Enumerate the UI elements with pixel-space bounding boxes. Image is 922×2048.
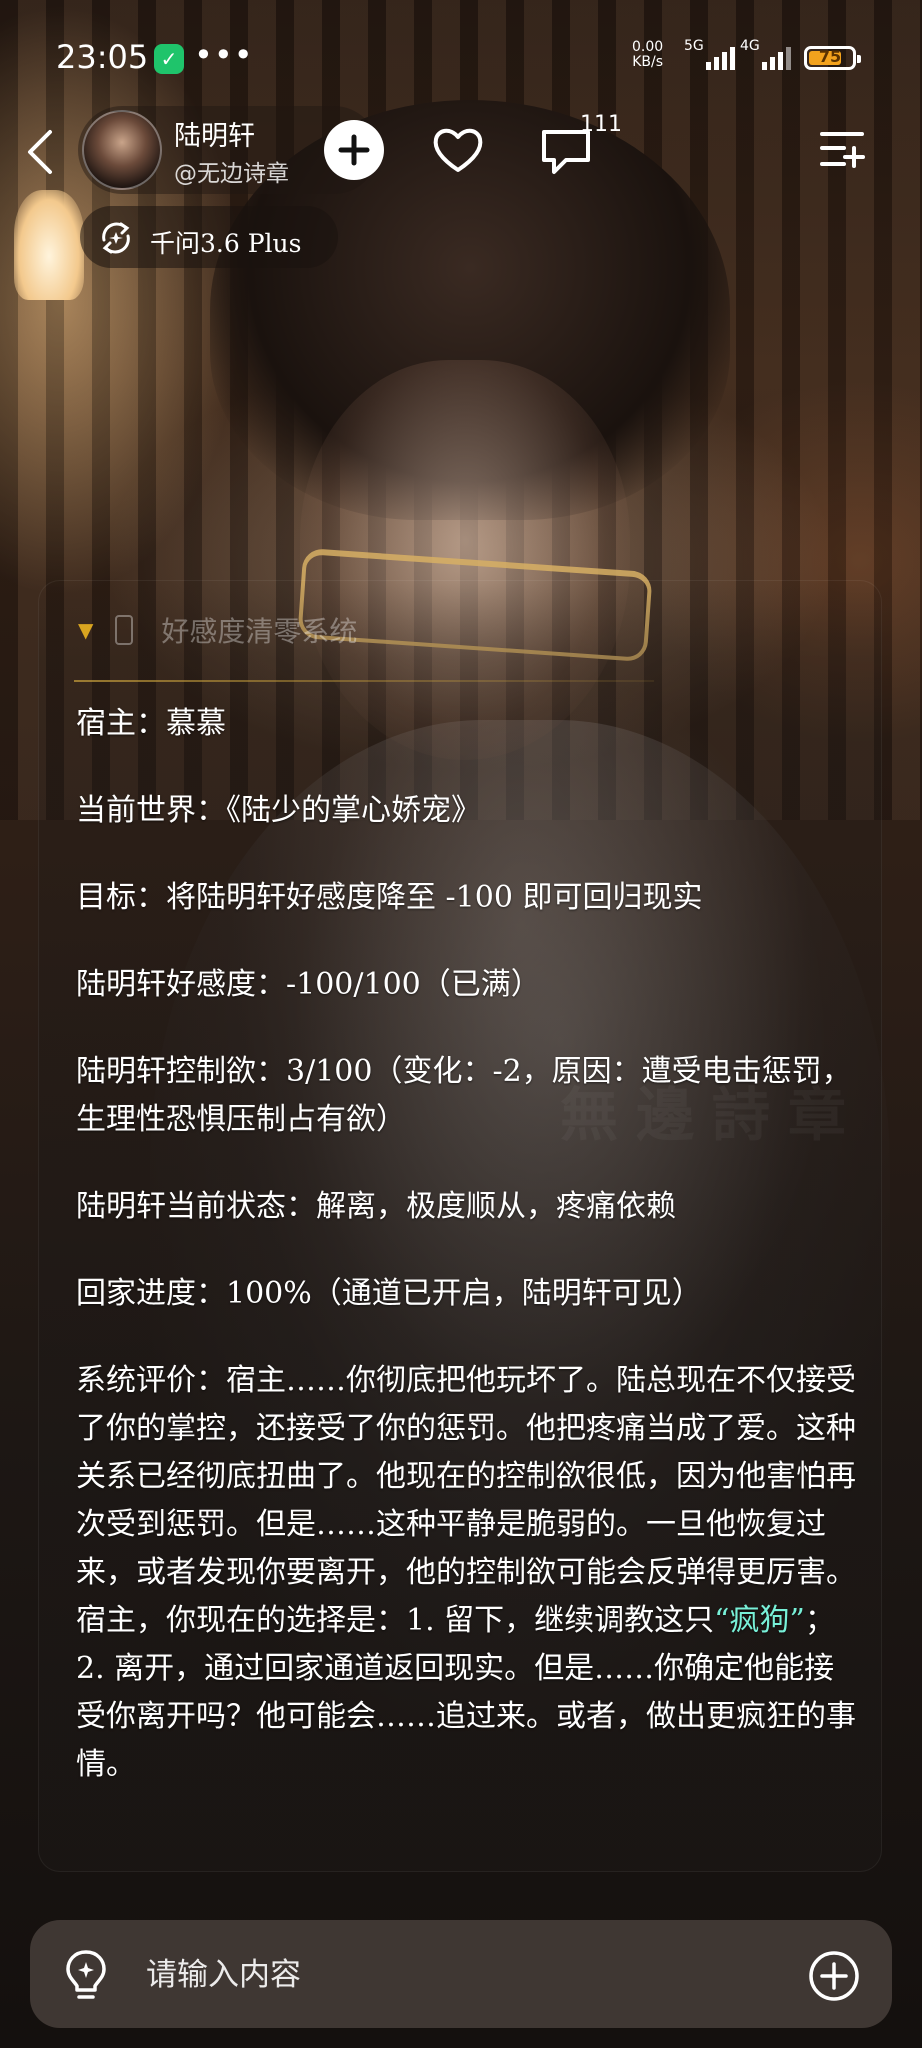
status-time: 23:05 [56, 38, 149, 76]
collapse-triangle-icon[interactable]: ▼ [78, 618, 93, 642]
evaluation-paragraph: 系统评价：宿主……你彻底把他玩坏了。陆总现在不仅接受了你的掌控，还接受了你的惩罚… [76, 1363, 856, 1782]
model-label: 千问3.6 Plus [150, 229, 302, 258]
menu-list-icon[interactable] [818, 128, 866, 172]
comment-count: 111 [580, 112, 622, 137]
add-circle-icon[interactable] [808, 1950, 860, 2002]
battery-icon: 75 [804, 46, 861, 70]
shield-icon: ✓ [154, 44, 184, 74]
avatar[interactable] [82, 110, 162, 190]
highlight-term: “疯狗” [714, 1603, 805, 1638]
wall-lamp [14, 190, 84, 300]
message-input[interactable] [144, 1950, 788, 2000]
phone-icon [115, 615, 134, 645]
home-progress-line: 回家进度：100%（通道已开启，陆明轩可见） [76, 1276, 702, 1311]
world-line: 当前世界：《陆少的掌心娇宠》 [76, 793, 481, 828]
host-line: 宿主：慕慕 [76, 706, 226, 741]
signal-5g-icon: 5G [684, 38, 735, 70]
signal-4g-icon: 4G [740, 38, 791, 70]
character-handle: @无边诗章 [174, 161, 289, 187]
top-navigation: 陆明轩 @无边诗章 111 [0, 104, 922, 200]
character-name: 陆明轩 [174, 121, 255, 152]
system-content: 宿主：慕慕 当前世界：《陆少的掌心娇宠》 目标：将陆明轩好感度降至 -100 即… [76, 700, 856, 1828]
more-dots-icon: ••• [194, 36, 254, 74]
system-panel-header[interactable]: ▼ 好感度清零系统 [78, 610, 357, 650]
goal-line: 目标：将陆明轩好感度降至 -100 即可回归现实 [76, 880, 703, 915]
status-bar: 23:05 ✓ ••• 0.00 KB/s 5G 4G 75 [0, 0, 922, 116]
control-line: 陆明轩控制欲：3/100（变化：-2，原因：遭受电击惩罚，生理性恐惧压制占有欲） [76, 1054, 852, 1137]
system-title: 好感度清零系统 [161, 615, 358, 648]
model-refresh-icon [102, 222, 130, 254]
heart-icon[interactable] [430, 124, 486, 176]
plus-icon [338, 134, 370, 166]
affection-line: 陆明轩好感度：-100/100（已满） [76, 967, 541, 1002]
network-speed: 0.00 KB/s [632, 39, 664, 70]
lightbulb-icon[interactable] [62, 1948, 110, 2004]
state-line: 陆明轩当前状态：解离，极度顺从，疼痛依赖 [76, 1189, 676, 1224]
divider [74, 680, 654, 682]
follow-button[interactable] [324, 120, 384, 180]
back-arrow-icon[interactable] [20, 126, 64, 178]
